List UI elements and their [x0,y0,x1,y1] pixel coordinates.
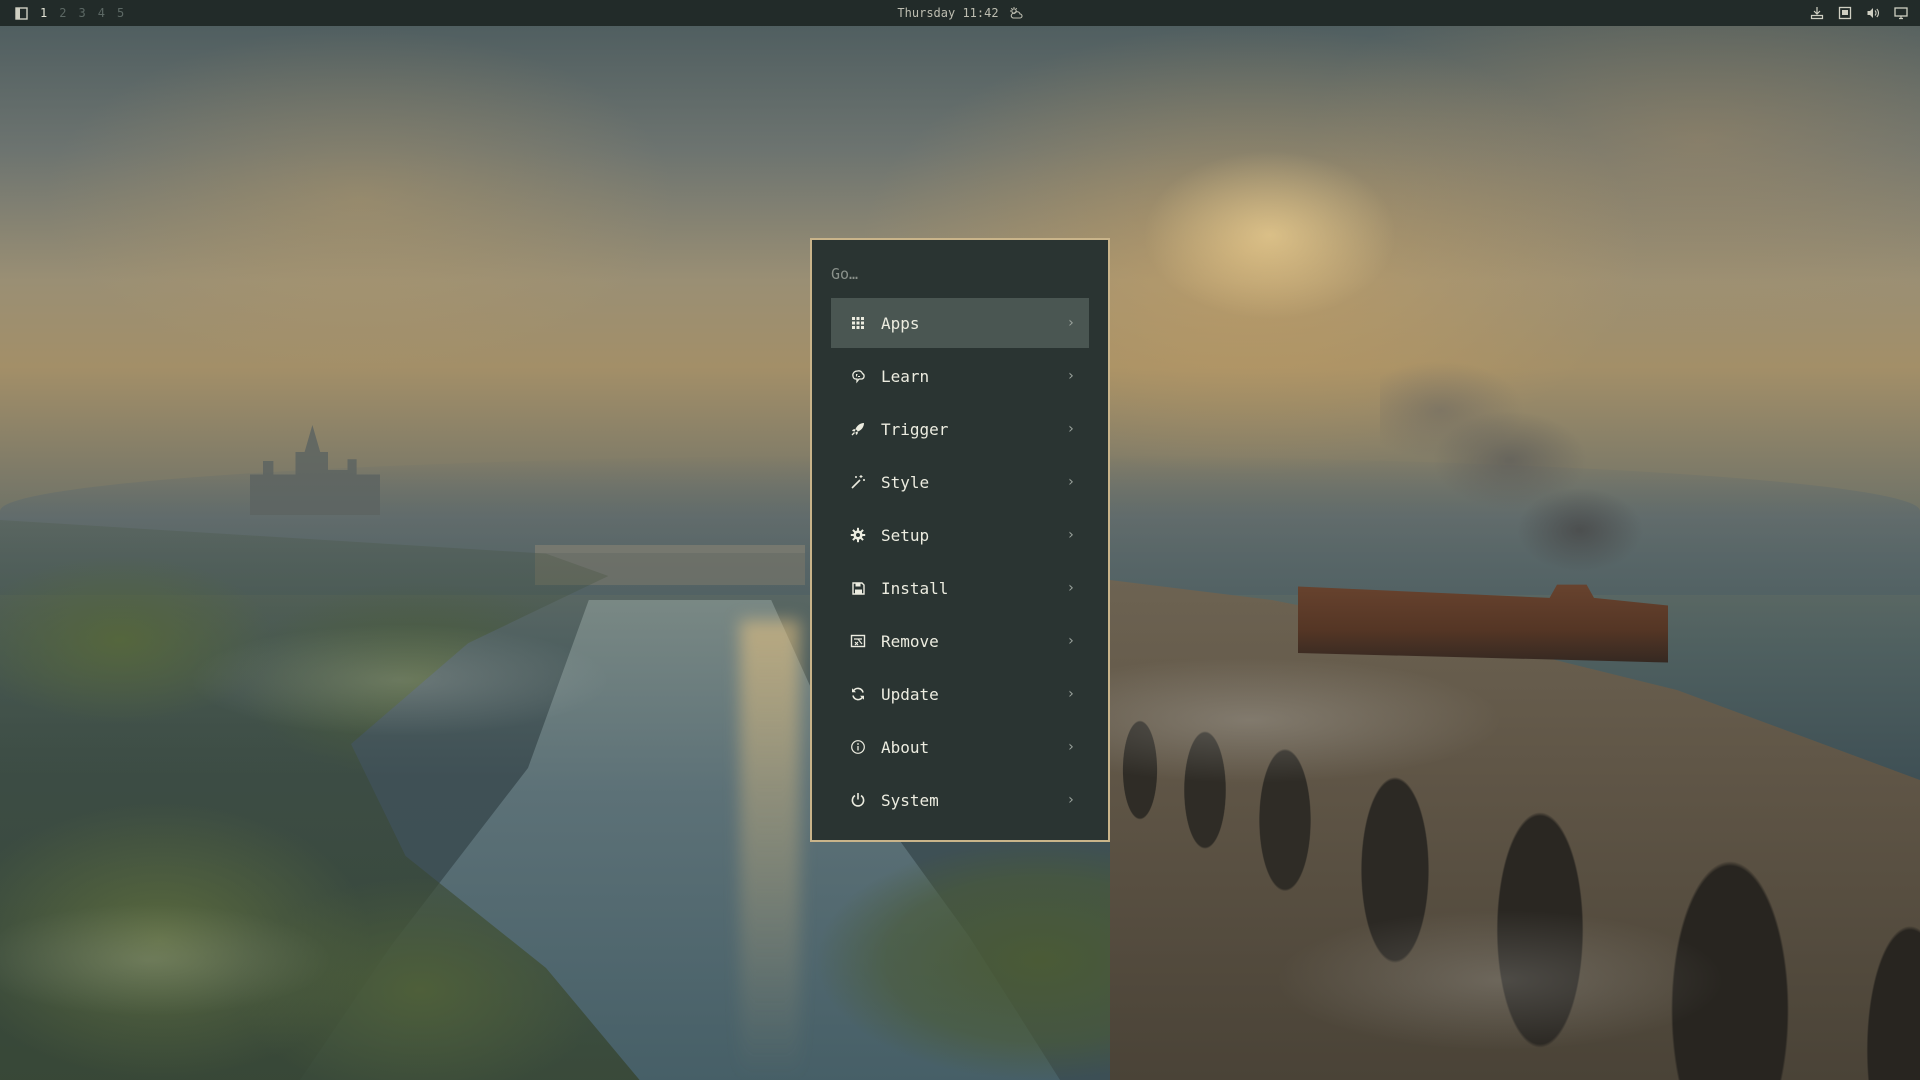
menu-item-label: Setup [881,525,930,545]
screen-icon[interactable] [1838,6,1852,20]
top-bar: 1 2 3 4 5 Thursday 11:42 [0,0,1920,26]
clock[interactable]: Thursday 11:42 [897,6,998,20]
workspace-switcher: 1 2 3 4 5 [14,0,124,26]
menu-item-install[interactable]: Install › [831,563,1089,613]
workspace-1[interactable]: 1 [40,6,47,20]
menu-item-label: Style [881,472,930,492]
cloud-sun-icon[interactable] [1009,6,1023,20]
volume-icon[interactable] [1866,6,1880,20]
window-icon[interactable] [14,6,28,20]
workspace-2[interactable]: 2 [59,6,66,20]
power-icon [849,791,867,809]
workspace-3[interactable]: 3 [78,6,85,20]
brain-icon [849,367,867,385]
menu-item-style[interactable]: Style › [831,457,1089,507]
workspace-4[interactable]: 4 [98,6,105,20]
chevron-right-icon: › [1066,580,1075,596]
workspace-5[interactable]: 5 [117,6,124,20]
menu-item-remove[interactable]: Remove › [831,616,1089,666]
chevron-right-icon: › [1066,633,1075,649]
menu-item-label: Install [881,578,949,598]
chevron-right-icon: › [1066,421,1075,437]
refresh-icon [849,685,867,703]
chevron-right-icon: › [1066,792,1075,808]
menu-item-system[interactable]: System › [831,775,1089,825]
chevron-right-icon: › [1066,474,1075,490]
grid-icon [849,314,867,332]
menu-item-label: System [881,790,939,810]
chevron-right-icon: › [1066,686,1075,702]
rocket-icon [849,420,867,438]
wallpaper-train-smoke [1380,360,1660,580]
info-icon [849,738,867,756]
menu-item-setup[interactable]: Setup › [831,510,1089,560]
remove-box-icon [849,632,867,650]
menu-item-trigger[interactable]: Trigger › [831,404,1089,454]
menu-item-label: Apps [881,313,920,333]
menu-item-about[interactable]: About › [831,722,1089,772]
search-input[interactable] [831,260,1089,288]
menu-item-label: Remove [881,631,939,651]
menu-item-apps[interactable]: Apps › [831,298,1089,348]
chevron-right-icon: › [1066,368,1075,384]
launcher-menu: Apps › Learn › Trigger › Style › [810,238,1110,842]
menu-item-label: Update [881,684,939,704]
menu-item-label: Learn [881,366,930,386]
menu-item-update[interactable]: Update › [831,669,1089,719]
save-icon [849,579,867,597]
desktop: 1 2 3 4 5 Thursday 11:42 Go… Apps › Lear… [0,0,1920,1080]
display-icon[interactable] [1894,6,1908,20]
gear-icon [849,526,867,544]
system-tray [1810,0,1908,26]
menu-item-learn[interactable]: Learn › [831,351,1089,401]
chevron-right-icon: › [1066,739,1075,755]
chevron-right-icon: › [1066,527,1075,543]
chevron-right-icon: › [1066,315,1075,331]
magic-wand-icon [849,473,867,491]
menu-item-label: Trigger [881,419,949,439]
download-tray-icon[interactable] [1810,6,1824,20]
clock-area: Thursday 11:42 [0,0,1920,26]
menu-item-label: About [881,737,930,757]
